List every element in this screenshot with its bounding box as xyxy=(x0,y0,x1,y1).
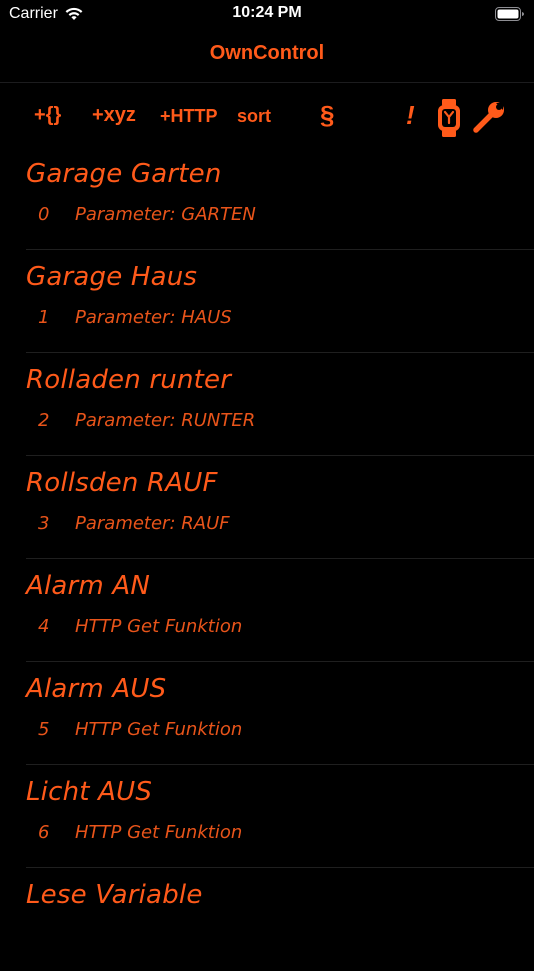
item-subtitle: Parameter: HAUS xyxy=(75,307,232,328)
item-index: 4 xyxy=(38,616,50,637)
item-subtitle: Parameter: RUNTER xyxy=(75,410,256,431)
add-xyz-button[interactable]: +xyz xyxy=(92,104,136,127)
item-subtitle: Parameter: GARTEN xyxy=(75,204,256,225)
sort-button[interactable]: sort xyxy=(237,106,271,127)
item-index: 5 xyxy=(38,719,50,740)
item-subtitle: HTTP Get Funktion xyxy=(75,822,243,843)
add-json-button[interactable]: +{} xyxy=(34,104,61,127)
item-index: 2 xyxy=(38,410,50,431)
toolbar: +{} +xyz +HTTP sort § ! xyxy=(0,95,534,143)
watch-icon[interactable] xyxy=(437,99,461,137)
item-index: 6 xyxy=(38,822,50,843)
list-item[interactable]: Alarm AUS 5 HTTP Get Funktion xyxy=(0,662,534,765)
list-item[interactable]: Alarm AN 4 HTTP Get Funktion xyxy=(0,559,534,662)
status-bar: Carrier 10:24 PM xyxy=(0,0,534,30)
nav-title: OwnControl xyxy=(209,42,325,64)
list-item[interactable]: Garage Haus 1 Parameter: HAUS xyxy=(0,250,534,353)
list-item[interactable]: Rolladen runter 2 Parameter: RUNTER xyxy=(0,353,534,456)
item-subtitle: HTTP Get Funktion xyxy=(75,719,243,740)
item-title: Licht AUS xyxy=(26,777,153,807)
wrench-icon[interactable] xyxy=(472,100,506,134)
item-title: Garage Garten xyxy=(26,159,222,189)
nav-divider xyxy=(0,82,534,83)
item-title: Alarm AN xyxy=(26,571,151,601)
add-http-button[interactable]: +HTTP xyxy=(160,106,218,127)
item-subtitle: HTTP Get Funktion xyxy=(75,616,243,637)
battery-icon xyxy=(495,7,524,21)
section-button[interactable]: § xyxy=(320,100,334,131)
item-title: Garage Haus xyxy=(26,262,198,292)
status-time: 10:24 PM xyxy=(232,4,302,21)
item-index: 0 xyxy=(38,204,50,225)
alert-button[interactable]: ! xyxy=(406,100,415,131)
item-index: 1 xyxy=(38,307,50,328)
item-title: Rolladen runter xyxy=(26,365,232,395)
item-title: Rollsden RAUF xyxy=(26,468,218,498)
list-item[interactable]: Lese Variable xyxy=(0,868,534,971)
command-list: Garage Garten 0 Parameter: GARTEN Garage… xyxy=(0,147,534,971)
list-item[interactable]: Licht AUS 6 HTTP Get Funktion xyxy=(0,765,534,868)
list-item[interactable]: Rollsden RAUF 3 Parameter: RAUF xyxy=(0,456,534,559)
list-item[interactable]: Garage Garten 0 Parameter: GARTEN xyxy=(0,147,534,250)
item-index: 3 xyxy=(38,513,50,534)
item-title: Alarm AUS xyxy=(26,674,167,704)
item-subtitle: Parameter: RAUF xyxy=(75,513,230,534)
item-title: Lese Variable xyxy=(26,880,203,910)
